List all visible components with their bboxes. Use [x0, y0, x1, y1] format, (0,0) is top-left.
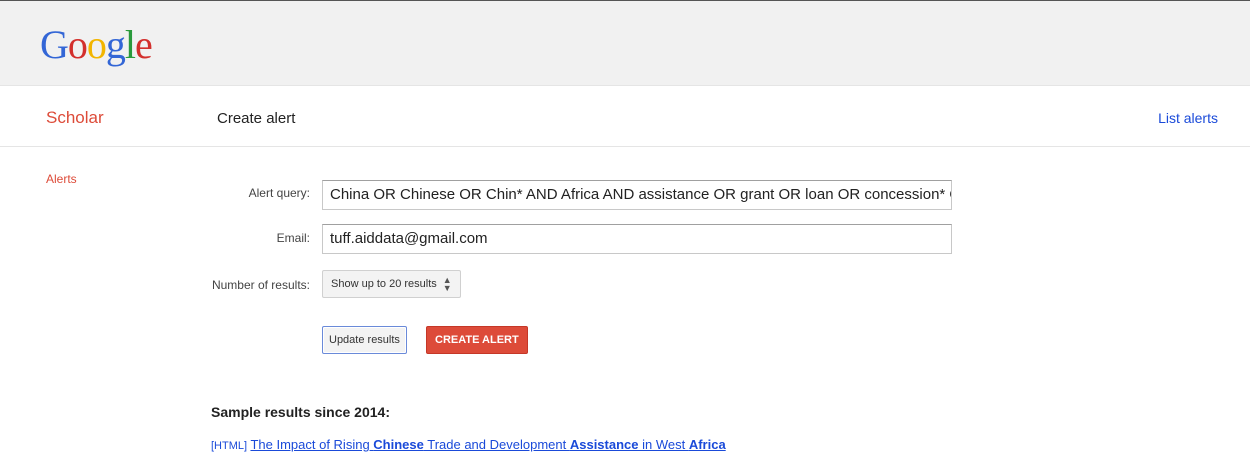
sample-result-title-link[interactable]: The Impact of Rising Chinese Trade and D… [250, 437, 725, 452]
email-label: Email: [276, 231, 310, 245]
header-bar: Google [0, 1, 1250, 86]
title-text: The Impact of Rising [250, 437, 374, 452]
list-alerts-link[interactable]: List alerts [1158, 110, 1218, 126]
number-of-results-value: Show up to 20 results [331, 278, 437, 290]
title-text: in West [638, 437, 689, 452]
alert-query-input[interactable]: China OR Chinese OR Chin* AND Africa AND… [322, 180, 952, 210]
create-alert-button[interactable]: CREATE ALERT [426, 326, 528, 354]
logo-letter: o [86, 22, 107, 67]
scholar-brand[interactable]: Scholar [46, 108, 104, 128]
highlighted-term: Assistance [569, 437, 639, 452]
sample-result-item: [HTML] The Impact of Rising Chinese Trad… [211, 437, 726, 452]
google-logo[interactable]: Google [40, 21, 153, 69]
logo-letter: o [67, 22, 88, 67]
logo-letter: e [135, 22, 153, 67]
email-input[interactable]: tuff.aiddata@gmail.com [322, 224, 952, 254]
highlighted-term: Chinese [373, 437, 424, 452]
html-tag: [HTML] [211, 440, 248, 452]
logo-letter: g [105, 22, 126, 67]
select-arrows-icon: ▲ ▼ [442, 275, 452, 293]
number-of-results-select[interactable]: Show up to 20 results ▲ ▼ [322, 270, 461, 298]
number-of-results-label: Number of results: [211, 278, 310, 292]
page-title: Create alert [217, 110, 296, 127]
highlighted-term: Africa [688, 437, 726, 452]
sample-results-heading: Sample results since 2014: [211, 404, 390, 420]
logo-letter: G [40, 22, 69, 67]
sub-navigation: Scholar Create alert List alerts [0, 86, 1250, 147]
title-text: Trade and Development [423, 437, 570, 452]
sidebar-item-alerts[interactable]: Alerts [46, 172, 77, 186]
update-results-button[interactable]: Update results [322, 326, 407, 354]
logo-letter: l [124, 22, 136, 67]
alert-query-label: Alert query: [248, 186, 310, 200]
